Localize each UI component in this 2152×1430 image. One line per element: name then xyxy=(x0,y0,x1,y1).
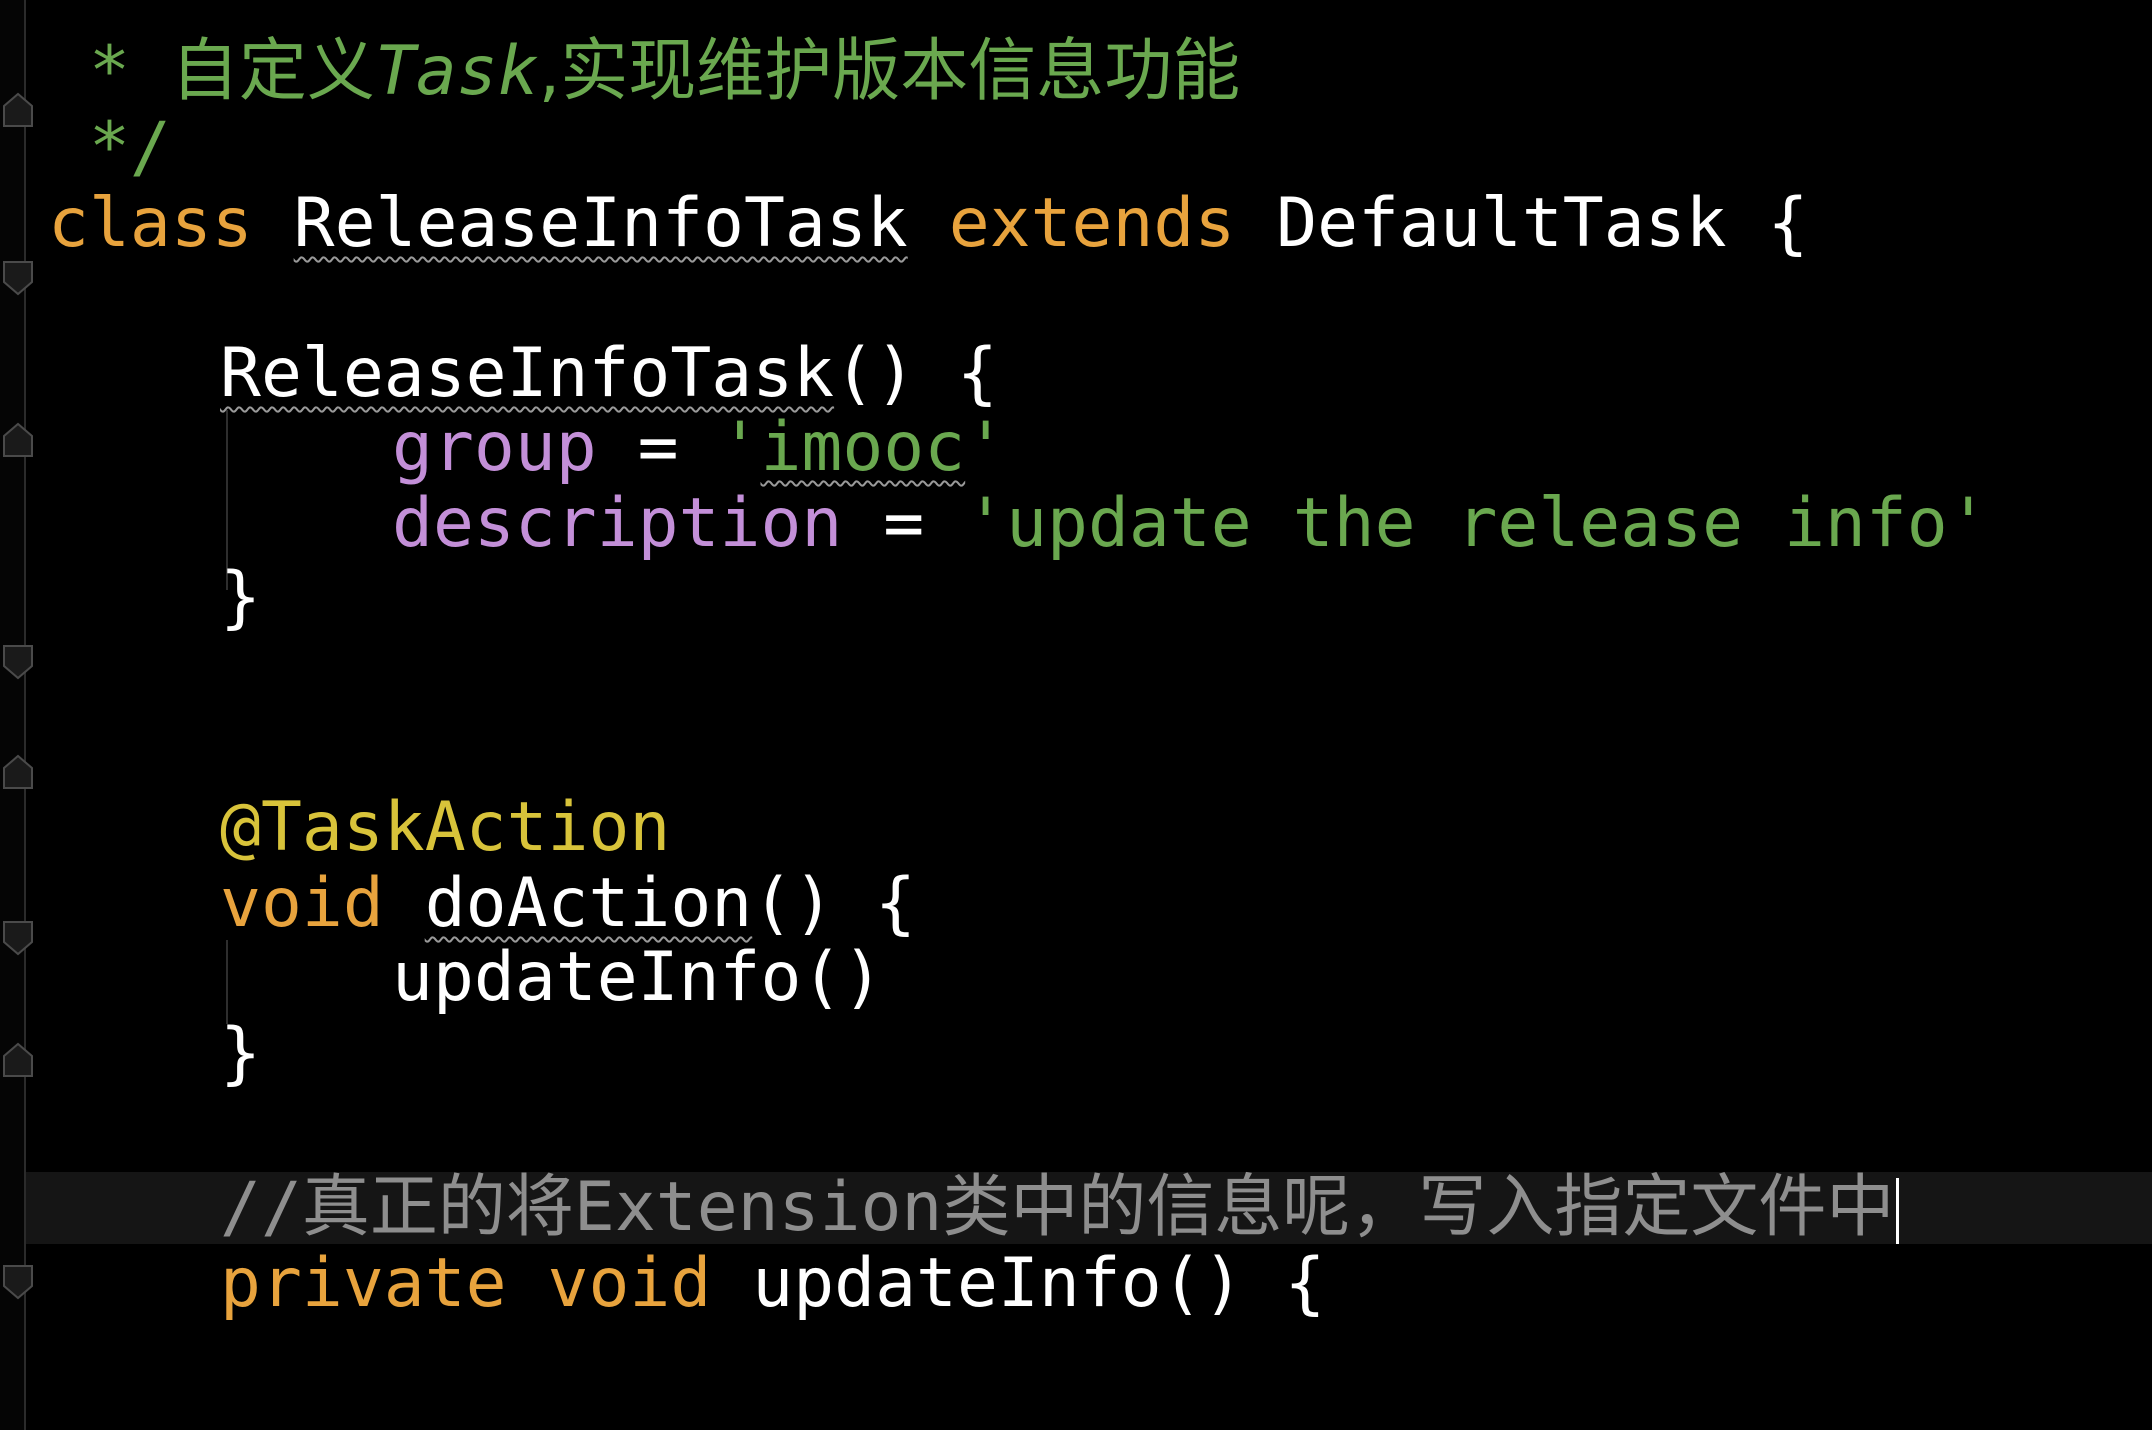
code-line-11[interactable]: @TaskAction xyxy=(220,790,670,866)
method-name: doAction xyxy=(424,864,753,943)
fold-start-icon[interactable] xyxy=(2,918,38,958)
code-line-2[interactable]: */ xyxy=(48,110,171,186)
keyword-class: class xyxy=(48,184,253,263)
comment-task: Task xyxy=(374,32,539,111)
assign-op: = xyxy=(842,484,966,563)
fold-end-icon[interactable] xyxy=(2,90,38,130)
code-line-7[interactable]: description = 'update the release info' xyxy=(392,486,1989,562)
keyword-void: void xyxy=(547,1244,712,1323)
comment-extension: Extension xyxy=(573,1168,943,1247)
code-line-16[interactable]: //真正的将Extension类中的信息呢，写入指定文件中 xyxy=(220,1168,1900,1247)
code-line-1[interactable]: * 自定义Task,实现维护版本信息功能 xyxy=(48,34,1240,110)
keyword-private: private xyxy=(220,1244,507,1323)
fold-start-icon[interactable] xyxy=(2,1262,38,1302)
comment-text: 自定义 xyxy=(170,32,375,111)
comment-rest: ,实现维护版本信息功能 xyxy=(538,32,1241,111)
field-description: description xyxy=(392,484,843,563)
code-line-3[interactable]: class ReleaseInfoTask extends DefaultTas… xyxy=(48,186,1808,262)
constructor-rest: () { xyxy=(834,334,998,413)
string-value: imooc xyxy=(760,408,966,487)
superclass-name: DefaultTask xyxy=(1276,184,1727,263)
comment-slashes: // xyxy=(220,1168,302,1247)
code-line-5[interactable]: ReleaseInfoTask() { xyxy=(220,336,998,412)
code-line-8[interactable]: } xyxy=(220,560,261,636)
code-line-14[interactable]: } xyxy=(220,1016,261,1092)
comment-prefix: * xyxy=(48,32,171,111)
field-group: group xyxy=(392,408,597,487)
constructor-name: ReleaseInfoTask xyxy=(220,334,835,413)
indent-guide xyxy=(226,940,228,1024)
keyword-extends: extends xyxy=(948,184,1236,263)
method-rest: () { xyxy=(1161,1244,1326,1323)
code-line-12[interactable]: void doAction() { xyxy=(220,866,916,942)
class-name: ReleaseInfoTask xyxy=(293,184,908,263)
fold-start-icon[interactable] xyxy=(2,258,38,298)
string-quote: ' xyxy=(719,408,761,487)
open-brace: { xyxy=(1767,184,1809,263)
fold-end-icon[interactable] xyxy=(2,420,38,460)
code-line-13[interactable]: updateInfo() xyxy=(392,940,883,1016)
code-line-6[interactable]: group = 'imooc' xyxy=(392,410,1006,486)
comment-text: 真正的将 xyxy=(301,1168,574,1247)
fold-start-icon[interactable] xyxy=(2,642,38,682)
method-rest: () { xyxy=(752,864,916,943)
assign-op: = xyxy=(596,408,720,487)
string-quote: ' xyxy=(965,408,1007,487)
editor-gutter xyxy=(0,0,26,1430)
code-editor[interactable]: * 自定义Task,实现维护版本信息功能 */ class ReleaseInf… xyxy=(0,0,2152,1430)
code-line-17[interactable]: private void updateInfo() { xyxy=(220,1246,1325,1322)
keyword-void: void xyxy=(220,864,384,943)
text-caret xyxy=(1896,1178,1900,1245)
method-name: updateInfo xyxy=(752,1244,1162,1323)
comment-text-rest: 类中的信息呢，写入指定文件中 xyxy=(942,1168,1895,1247)
string-value: 'update the release info' xyxy=(965,484,1989,563)
fold-end-icon[interactable] xyxy=(2,1040,38,1080)
fold-end-icon[interactable] xyxy=(2,752,38,792)
